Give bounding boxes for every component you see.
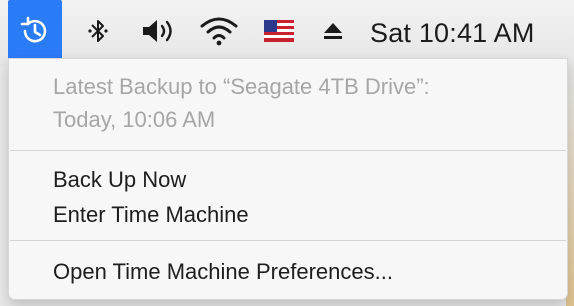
latest-backup-status: Latest Backup to “Seagate 4TB Drive”:: [53, 74, 430, 99]
time-machine-dropdown-menu: Latest Backup to “Seagate 4TB Drive”: To…: [8, 58, 568, 300]
input-source-menu-extra[interactable]: [258, 0, 300, 66]
latest-backup-time: Today, 10:06 AM: [53, 107, 216, 132]
menu-separator: [10, 150, 566, 151]
time-machine-icon: [18, 14, 52, 53]
us-flag-icon: [264, 19, 294, 47]
enter-time-machine-menu-item[interactable]: Enter Time Machine: [53, 202, 249, 228]
bluetooth-icon: [87, 16, 109, 51]
volume-menu-extra[interactable]: [134, 0, 186, 66]
eject-menu-extra[interactable]: [318, 0, 348, 66]
time-machine-menu-extra[interactable]: [8, 0, 62, 66]
screen: Sat 10:41 AM Latest Backup to “Seagate 4…: [0, 0, 574, 306]
volume-icon: [140, 16, 180, 51]
menu-bar-clock[interactable]: Sat 10:41 AM: [370, 0, 566, 66]
menu-bar: Sat 10:41 AM: [0, 0, 574, 66]
eject-icon: [322, 20, 344, 47]
back-up-now-menu-item[interactable]: Back Up Now: [53, 167, 186, 193]
bluetooth-menu-extra[interactable]: [80, 0, 116, 66]
wifi-menu-extra[interactable]: [198, 0, 240, 66]
wifi-icon: [200, 16, 238, 51]
open-time-machine-preferences-menu-item[interactable]: Open Time Machine Preferences...: [53, 259, 393, 285]
menu-separator: [10, 240, 566, 241]
